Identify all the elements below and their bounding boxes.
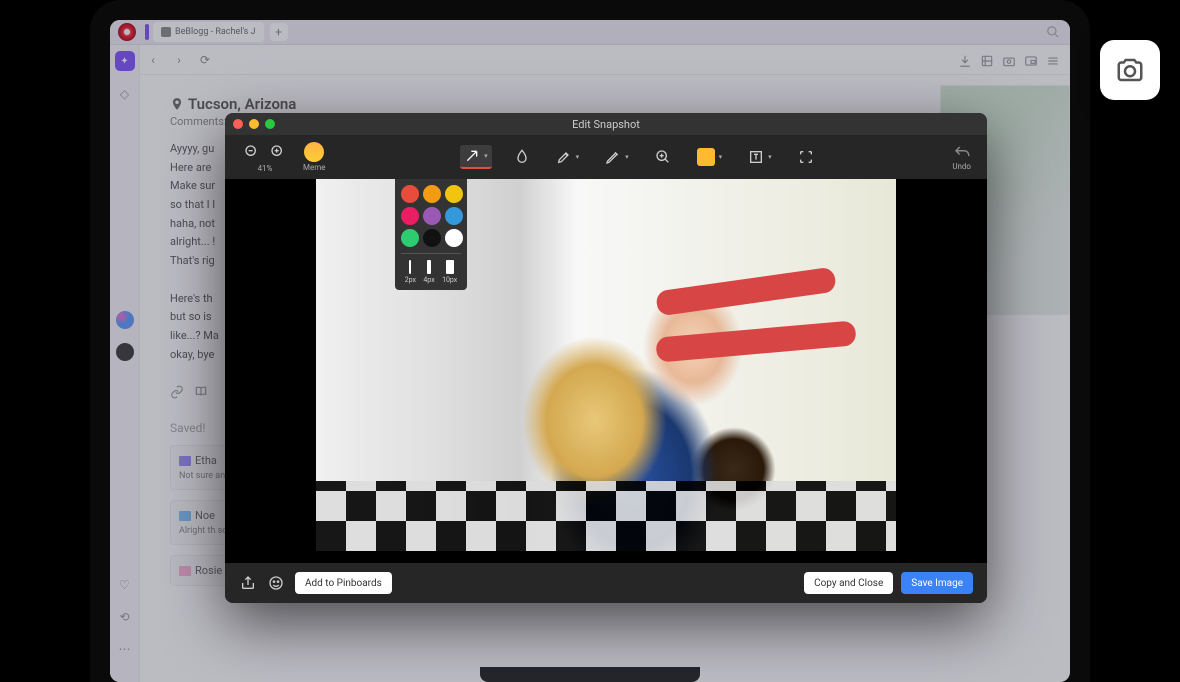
snapshot-title: Edit Snapshot [225, 118, 987, 131]
color-swatch[interactable] [423, 229, 441, 247]
stroke-size-option[interactable]: 10px [442, 260, 457, 284]
color-swatch[interactable] [401, 185, 419, 203]
chevron-down-icon: ▾ [768, 153, 772, 161]
color-swatch[interactable] [423, 185, 441, 203]
size-label: 10px [442, 276, 457, 284]
highlight-tool[interactable]: ▾ [552, 145, 584, 169]
color-swatch[interactable] [445, 185, 463, 203]
color-swatch[interactable] [445, 207, 463, 225]
pencil-tool[interactable]: ▾ [601, 145, 633, 169]
snapshot-editor-window: Edit Snapshot 41% Meme ▾ ▾ [225, 113, 987, 603]
sticker-tool[interactable]: ▾ [693, 145, 727, 169]
selection-tool[interactable] [794, 145, 818, 169]
emoji-icon[interactable] [267, 574, 285, 592]
text-tool[interactable]: ▾ [744, 145, 776, 169]
snapshot-bottom-bar: Add to Pinboards Copy and Close Save Ima… [225, 563, 987, 603]
snapshot-canvas[interactable]: 2px 4px 10px [225, 179, 987, 563]
color-swatch[interactable] [445, 229, 463, 247]
stroke-size-option[interactable]: 2px [405, 260, 416, 284]
copy-and-close-button[interactable]: Copy and Close [804, 572, 893, 594]
camera-icon [1115, 55, 1145, 85]
zoom-in-icon[interactable] [267, 141, 289, 163]
meme-label: Meme [303, 163, 325, 172]
arrow-tool[interactable]: ▾ [460, 145, 492, 169]
chevron-down-icon: ▾ [484, 152, 488, 160]
size-label: 2px [405, 276, 416, 284]
chevron-down-icon: ▾ [625, 153, 629, 161]
magnify-tool[interactable] [651, 145, 675, 169]
color-swatch[interactable] [423, 207, 441, 225]
snapshot-toolbar: 41% Meme ▾ ▾ ▾ [225, 135, 987, 179]
add-to-pinboards-button[interactable]: Add to Pinboards [295, 572, 392, 594]
color-picker-popup: 2px 4px 10px [395, 179, 467, 290]
undo-button[interactable]: Undo [952, 144, 971, 171]
color-swatch[interactable] [401, 229, 419, 247]
save-image-button[interactable]: Save Image [901, 572, 973, 594]
share-icon[interactable] [239, 574, 257, 592]
camera-badge[interactable] [1100, 40, 1160, 100]
size-label: 4px [423, 276, 434, 284]
stroke-size-option[interactable]: 4px [423, 260, 434, 284]
undo-label: Undo [952, 162, 971, 171]
blur-tool[interactable] [510, 145, 534, 169]
zoom-out-icon[interactable] [241, 141, 263, 163]
sticker-icon [697, 148, 715, 166]
snapshot-titlebar[interactable]: Edit Snapshot [225, 113, 987, 135]
color-swatch[interactable] [401, 207, 419, 225]
undo-icon [953, 144, 971, 162]
meme-icon[interactable] [304, 142, 324, 162]
chevron-down-icon: ▾ [576, 153, 580, 161]
chevron-down-icon: ▾ [719, 153, 723, 161]
zoom-label: 41% [258, 164, 273, 173]
